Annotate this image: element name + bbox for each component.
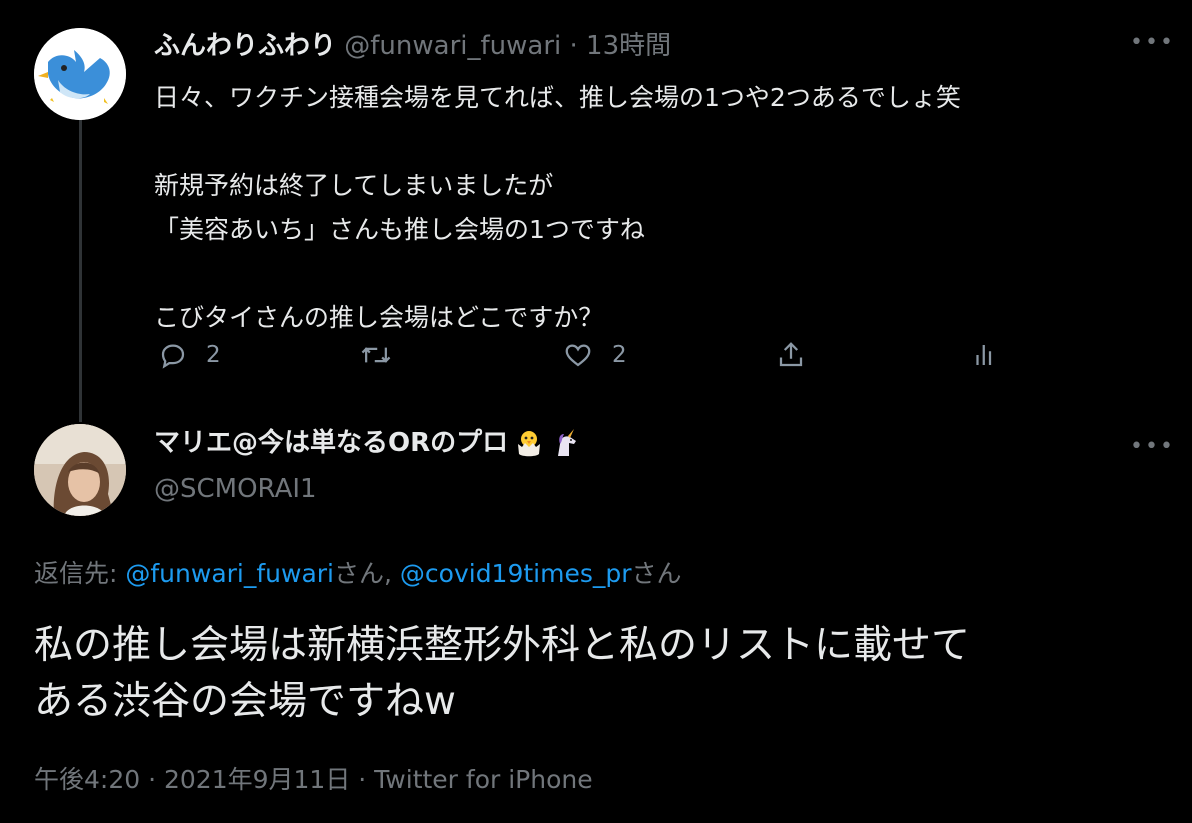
tweet1-time[interactable]: 13時間	[586, 31, 671, 61]
thread-connector-line	[79, 120, 82, 422]
tweet2-more-button[interactable]: •••	[1130, 434, 1175, 459]
reply-icon	[161, 344, 185, 369]
avatar-funwari[interactable]	[34, 28, 126, 120]
share-icon	[779, 342, 803, 367]
tweet2-metadata: 午後4:20 · 2021年9月11日 · Twitter for iPhone	[34, 762, 593, 798]
tweet2-body-text: 私の推し会場は新横浜整形外科と私のリストに載せて ある渋谷の会場ですねw	[34, 623, 971, 724]
meta-dot-1: ·	[140, 765, 164, 794]
tweet2-source[interactable]: Twitter for iPhone	[374, 765, 592, 794]
like-count: 2	[612, 342, 627, 368]
hatching-chick-icon	[518, 431, 541, 457]
tweet2-header: マリエ@今は単なるORのプロ	[154, 426, 580, 460]
tweet1-separator: ·	[569, 31, 578, 61]
meta-dot-2: ·	[350, 765, 375, 794]
heart-icon	[565, 344, 591, 367]
reply-button[interactable]: 2	[158, 340, 221, 370]
tweet2-date[interactable]: 2021年9月11日	[164, 765, 350, 794]
profile-photo-icon	[34, 424, 126, 516]
tweet1-handle[interactable]: @funwari_fuwari	[344, 31, 561, 61]
retweet-button[interactable]	[360, 340, 410, 370]
tweet1-header: ふんわりふわり @funwari_fuwari · 13時間	[154, 30, 671, 62]
tweet2-handle[interactable]: @SCMORAI1	[154, 472, 317, 506]
tweet1-body-text: 日々、ワクチン接種会場を見てれば、推し会場の1つや2つあるでしょ笑 新規予約は終…	[154, 83, 961, 332]
mention-funwari[interactable]: @funwari_fuwari	[125, 559, 334, 588]
share-button[interactable]	[776, 340, 806, 370]
tweet1-more-button[interactable]: •••	[1130, 30, 1175, 55]
analytics-button[interactable]	[970, 340, 1000, 370]
replying-to: 返信先: @funwari_fuwariさん, @covid19times_pr…	[34, 556, 682, 592]
reply-count: 2	[206, 342, 221, 368]
analytics-icon	[976, 345, 992, 365]
reply-prefix: 返信先:	[34, 559, 126, 588]
blue-bird-icon	[34, 28, 126, 120]
tweet2-time[interactable]: 午後4:20	[34, 765, 140, 794]
like-button[interactable]: 2	[562, 340, 627, 370]
retweet-icon	[361, 347, 391, 363]
mention2-suffix: さん	[631, 559, 682, 588]
mention1-suffix: さん,	[334, 559, 400, 588]
mention-covid19times[interactable]: @covid19times_pr	[400, 559, 632, 588]
tweet1-display-name[interactable]: ふんわりふわり	[154, 31, 336, 61]
unicorn-icon	[558, 429, 577, 456]
tweet2-display-name[interactable]: マリエ@今は単なるORのプロ	[154, 426, 508, 460]
avatar-scmorai[interactable]	[34, 424, 126, 516]
